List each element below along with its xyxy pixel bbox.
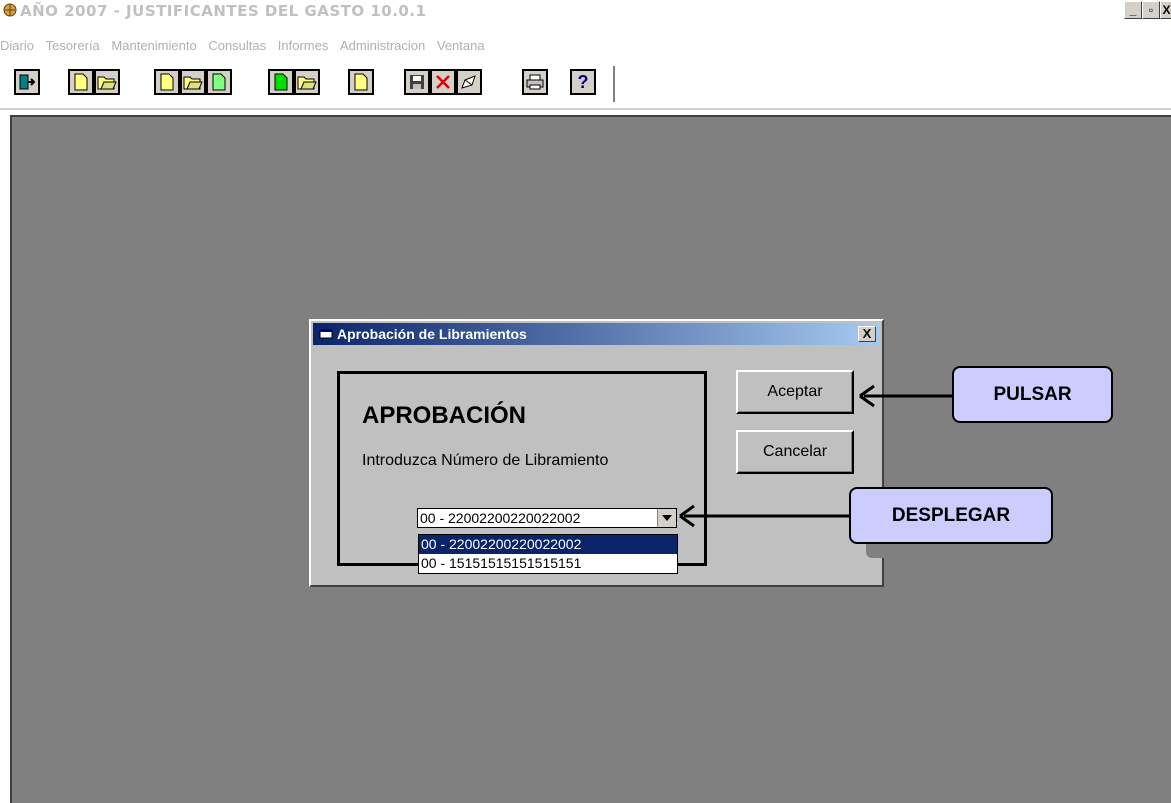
menu-informes[interactable]: Informes <box>278 38 329 53</box>
app-titlebar: AÑO 2007 - JUSTIFICANTES DEL GASTO 10.0.… <box>0 0 1171 22</box>
restore-button[interactable]: ▫ <box>1142 1 1160 19</box>
panel-prompt: Introduzca Número de Libramiento <box>362 452 609 469</box>
combo-dropdown-list: 00 - 22002200220022002 00 - 151515151515… <box>418 534 678 574</box>
close-app-button[interactable]: X <box>1160 1 1171 19</box>
new-document-icon <box>160 73 174 91</box>
minimize-button[interactable]: _ <box>1124 1 1142 19</box>
help-button[interactable]: ? <box>570 69 596 95</box>
open-button-3[interactable] <box>294 69 320 95</box>
save-disk-icon <box>410 75 424 89</box>
combo-option[interactable]: 00 - 22002200220022002 <box>419 535 677 554</box>
print-icon <box>526 74 544 90</box>
menu-mantenimiento[interactable]: Mantenimiento <box>111 38 196 53</box>
menu-diario[interactable]: Diario <box>0 38 34 53</box>
delete-x-icon <box>436 75 450 89</box>
new-button-3[interactable] <box>206 69 232 95</box>
edit-icon <box>461 75 476 89</box>
menu-consultas[interactable]: Consultas <box>208 38 266 53</box>
panel-heading: APROBACIÓN <box>362 402 527 429</box>
arrow-to-accept-icon <box>859 384 952 408</box>
combo-dropdown-button[interactable] <box>657 509 676 527</box>
toolbar-separator <box>613 66 616 102</box>
dialog-titlebar: Aprobación de Libramientos X <box>313 323 880 345</box>
open-folder-icon <box>183 76 203 90</box>
open-button-1[interactable] <box>94 69 120 95</box>
toolbar: ? <box>0 66 615 102</box>
dialog-window-icon <box>319 329 333 339</box>
exit-door-button[interactable] <box>14 69 40 95</box>
toolbar-bottom-line <box>0 108 1171 110</box>
arrow-to-combo-icon <box>679 504 852 528</box>
app-globe-icon <box>3 3 17 17</box>
callout-desplegar: DESPLEGAR <box>849 487 1053 544</box>
app-title: AÑO 2007 - JUSTIFICANTES DEL GASTO 10.0.… <box>20 2 427 20</box>
new-button-2[interactable] <box>154 69 180 95</box>
save-button[interactable] <box>404 69 430 95</box>
menubar: Diario Tesorería Mantenimiento Consultas… <box>0 38 487 58</box>
exit-door-icon <box>19 74 36 90</box>
libramiento-combobox[interactable]: 00 - 22002200220022002 <box>417 508 677 528</box>
menu-ventana[interactable]: Ventana <box>437 38 485 53</box>
dialog-close-button[interactable]: X <box>858 326 876 342</box>
new-button-1[interactable] <box>68 69 94 95</box>
print-button[interactable] <box>522 69 548 95</box>
new-green-button[interactable] <box>268 69 294 95</box>
new-document-icon <box>74 73 88 91</box>
callout-pulsar: PULSAR <box>952 366 1113 423</box>
new-document-icon <box>354 73 368 91</box>
open-button-2[interactable] <box>180 69 206 95</box>
new-document-green-icon <box>274 73 288 91</box>
delete-button[interactable] <box>430 69 456 95</box>
combo-selected-value: 00 - 22002200220022002 <box>420 510 581 526</box>
combo-option[interactable]: 00 - 15151515151515151 <box>419 554 677 573</box>
new-document-icon <box>212 73 226 91</box>
help-question-icon: ? <box>577 71 589 92</box>
menu-administracion[interactable]: Administracion <box>340 38 425 53</box>
edit-button[interactable] <box>456 69 482 95</box>
menu-tesoreria[interactable]: Tesorería <box>46 38 100 53</box>
open-folder-icon <box>297 76 317 90</box>
dialog-title: Aprobación de Libramientos <box>337 326 527 342</box>
chevron-down-icon <box>662 515 672 521</box>
new-button-4[interactable] <box>348 69 374 95</box>
open-folder-icon <box>97 76 117 90</box>
